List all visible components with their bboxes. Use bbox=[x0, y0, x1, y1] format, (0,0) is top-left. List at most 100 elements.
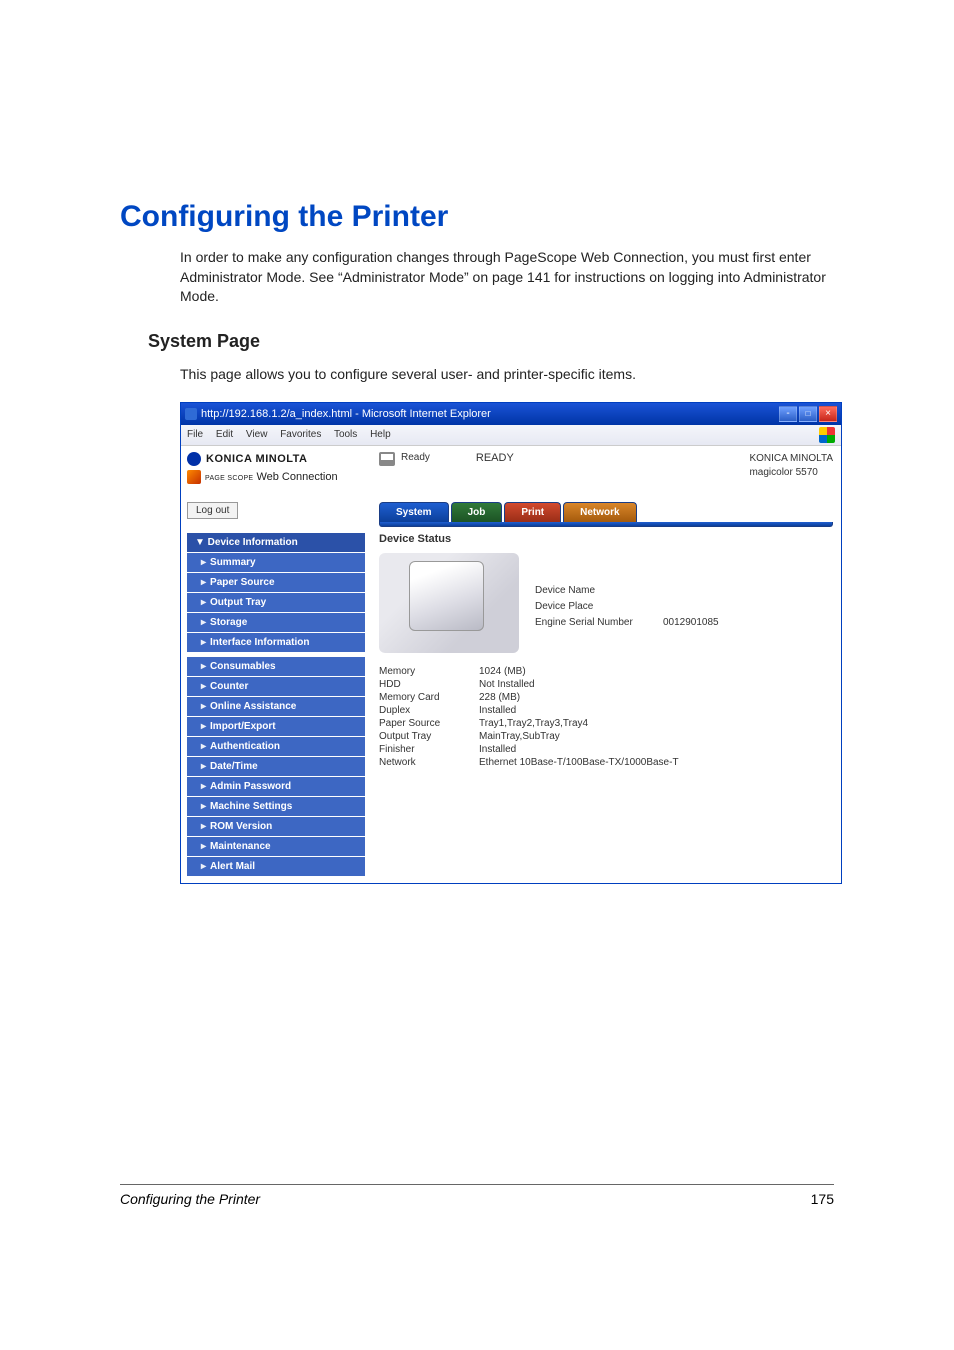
ie-icon bbox=[185, 408, 197, 420]
printer-icon bbox=[379, 452, 395, 466]
spec-row: DuplexInstalled bbox=[379, 704, 833, 717]
sidebar-item-rom-version[interactable]: ▸ROM Version bbox=[187, 817, 365, 837]
tab-underline bbox=[379, 522, 833, 527]
window-titlebar: http://192.168.1.2/a_index.html - Micros… bbox=[181, 403, 841, 425]
sidebar-item-interface-information[interactable]: ▸ Interface Information bbox=[187, 633, 365, 653]
sidebar-item-admin-password[interactable]: ▸ Admin Password bbox=[187, 777, 365, 797]
chevron-right-icon: ▸ bbox=[201, 781, 206, 792]
sidebar-item-alert-mail[interactable]: ▸ Alert Mail bbox=[187, 857, 365, 877]
panel-title-device-status: Device Status bbox=[379, 533, 833, 545]
chevron-right-icon: ▸ bbox=[201, 861, 206, 872]
spec-key: Memory bbox=[379, 666, 479, 677]
sidebar-item-counter[interactable]: ▸ Counter bbox=[187, 677, 365, 697]
close-button[interactable]: × bbox=[819, 406, 837, 422]
menu-edit[interactable]: Edit bbox=[216, 429, 233, 440]
spec-table: Memory1024 (MB)HDDNot InstalledMemory Ca… bbox=[379, 665, 833, 769]
nav-group-device-information[interactable]: ▼ Device Information bbox=[187, 533, 365, 553]
spec-key: Network bbox=[379, 757, 479, 768]
menu-file[interactable]: File bbox=[187, 429, 203, 440]
menu-help[interactable]: Help bbox=[370, 429, 391, 440]
tab-network[interactable]: Network bbox=[563, 502, 636, 522]
sidebar-item-authentication[interactable]: ▸ Authentication bbox=[187, 737, 365, 757]
sidebar-item-machine-settings[interactable]: ▸Machine Settings bbox=[187, 797, 365, 817]
sidebar-item-label: Admin Password bbox=[210, 781, 291, 792]
chevron-right-icon: ▸ bbox=[201, 681, 206, 692]
device-serial-label: Engine Serial Number bbox=[535, 615, 655, 631]
sidebar-item-label: Interface Information bbox=[210, 637, 309, 648]
spec-value: Installed bbox=[479, 744, 833, 755]
spec-value: Tray1,Tray2,Tray3,Tray4 bbox=[479, 718, 833, 729]
konica-logo-icon bbox=[187, 452, 201, 466]
spec-row: HDDNot Installed bbox=[379, 678, 833, 691]
spec-key: Paper Source bbox=[379, 718, 479, 729]
page-title: Configuring the Printer bbox=[120, 200, 834, 234]
spec-row: NetworkEthernet 10Base-T/100Base-TX/1000… bbox=[379, 756, 833, 769]
sidebar-item-label: Online Assistance bbox=[210, 701, 296, 712]
tab-job[interactable]: Job bbox=[451, 502, 503, 522]
brand-name: KONICA MINOLTA bbox=[206, 453, 308, 465]
sidebar-item-import-export[interactable]: ▸Import/Export bbox=[187, 717, 365, 737]
sidebar-item-output-tray[interactable]: ▸Output Tray bbox=[187, 593, 365, 613]
sidebar: KONICA MINOLTA PAGE SCOPE Web Connection… bbox=[181, 446, 371, 883]
menu-favorites[interactable]: Favorites bbox=[280, 429, 321, 440]
sidebar-item-label: Authentication bbox=[210, 741, 280, 752]
section-intro: This page allows you to configure severa… bbox=[180, 366, 834, 382]
page-footer: Configuring the Printer 175 bbox=[120, 1184, 834, 1207]
tab-print[interactable]: Print bbox=[504, 502, 561, 522]
spec-row: FinisherInstalled bbox=[379, 743, 833, 756]
device-labels: Device Name Device Place Engine Serial N… bbox=[535, 553, 719, 653]
section-heading-system-page: System Page bbox=[148, 331, 834, 352]
sidebar-item-storage[interactable]: ▸Storage bbox=[187, 613, 365, 633]
chevron-right-icon: ▸ bbox=[201, 637, 206, 648]
maximize-button[interactable]: □ bbox=[799, 406, 817, 422]
logout-button[interactable]: Log out bbox=[187, 502, 238, 519]
footer-page-number: 175 bbox=[811, 1191, 834, 1207]
spec-value: Not Installed bbox=[479, 679, 833, 690]
device-name-label: Device Name bbox=[535, 583, 655, 599]
chevron-right-icon: ▸ bbox=[201, 741, 206, 752]
sidebar-item-consumables[interactable]: ▸ Consumables bbox=[187, 657, 365, 677]
spec-key: Duplex bbox=[379, 705, 479, 716]
spec-value: Installed bbox=[479, 705, 833, 716]
tab-bar: System Job Print Network bbox=[379, 502, 833, 522]
chevron-right-icon: ▸ bbox=[201, 557, 206, 568]
sidebar-item-label: Storage bbox=[210, 617, 247, 628]
sidebar-item-summary[interactable]: ▸ Summary bbox=[187, 553, 365, 573]
chevron-right-icon: ▸ bbox=[201, 597, 206, 608]
menu-view[interactable]: View bbox=[246, 429, 268, 440]
device-serial-value: 0012901085 bbox=[663, 615, 719, 631]
windows-flag-icon bbox=[819, 427, 835, 443]
window-title: http://192.168.1.2/a_index.html - Micros… bbox=[201, 408, 491, 420]
spec-value: 1024 (MB) bbox=[479, 666, 833, 677]
menu-bar: File Edit View Favorites Tools Help bbox=[181, 425, 841, 446]
status-ready-small: Ready bbox=[401, 452, 430, 463]
spec-row: Memory1024 (MB) bbox=[379, 665, 833, 678]
intro-paragraph: In order to make any configuration chang… bbox=[180, 248, 834, 307]
pagescope-label: PAGE SCOPE Web Connection bbox=[205, 471, 338, 483]
sidebar-item-paper-source[interactable]: ▸Paper Source bbox=[187, 573, 365, 593]
chevron-right-icon: ▸ bbox=[201, 661, 206, 672]
spec-value: MainTray,SubTray bbox=[479, 731, 833, 742]
sidebar-item-label: Summary bbox=[210, 557, 256, 568]
spec-key: Output Tray bbox=[379, 731, 479, 742]
minimize-button[interactable]: ‐ bbox=[779, 406, 797, 422]
sidebar-item-label: Date/Time bbox=[210, 761, 258, 772]
spec-row: Output TrayMainTray,SubTray bbox=[379, 730, 833, 743]
sidebar-item-date-time[interactable]: ▸ Date/Time bbox=[187, 757, 365, 777]
device-place-label: Device Place bbox=[535, 599, 655, 615]
spec-key: Memory Card bbox=[379, 692, 479, 703]
chevron-right-icon: ▸ bbox=[201, 761, 206, 772]
spec-key: HDD bbox=[379, 679, 479, 690]
spec-row: Paper SourceTray1,Tray2,Tray3,Tray4 bbox=[379, 717, 833, 730]
sidebar-item-online-assistance[interactable]: ▸Online Assistance bbox=[187, 697, 365, 717]
spec-value: 228 (MB) bbox=[479, 692, 833, 703]
sidebar-item-label: Consumables bbox=[210, 661, 276, 672]
tab-system[interactable]: System bbox=[379, 502, 449, 522]
sidebar-item-label: Alert Mail bbox=[210, 861, 255, 872]
product-model: magicolor 5570 bbox=[749, 466, 833, 480]
sidebar-item-label: Counter bbox=[210, 681, 248, 692]
chevron-right-icon: ▸ bbox=[201, 801, 206, 812]
menu-tools[interactable]: Tools bbox=[334, 429, 357, 440]
sidebar-item-maintenance[interactable]: ▸Maintenance bbox=[187, 837, 365, 857]
sidebar-item-label: Import/Export bbox=[210, 721, 276, 732]
